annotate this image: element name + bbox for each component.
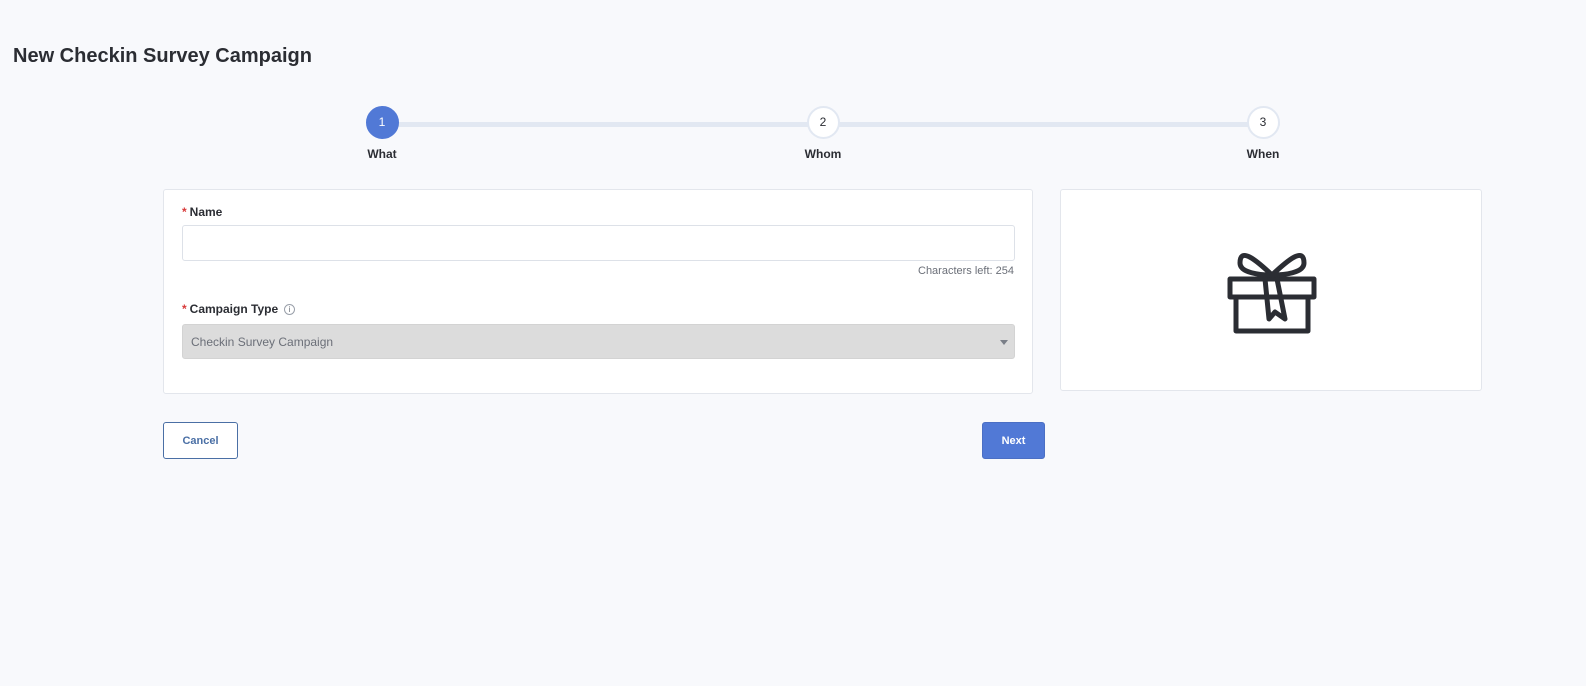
step-number: 1: [365, 106, 399, 139]
campaign-type-select[interactable]: Checkin Survey Campaign: [182, 324, 1015, 359]
name-label-text: Name: [189, 205, 223, 219]
cancel-button[interactable]: Cancel: [163, 422, 238, 459]
stepper: 1 What 2 Whom 3 When: [0, 106, 1586, 166]
campaign-type-label: * Campaign Type i: [182, 302, 296, 316]
step-label: What: [367, 147, 397, 161]
name-input[interactable]: [182, 225, 1015, 261]
campaign-form-card: * Name Characters left: 254 * Campaign Typ…: [163, 189, 1033, 394]
campaign-preview-card: [1060, 189, 1482, 391]
name-label: * Name: [182, 205, 222, 219]
required-marker: *: [182, 205, 187, 219]
next-button[interactable]: Next: [982, 422, 1045, 459]
chevron-down-icon: [1000, 340, 1008, 345]
required-marker: *: [182, 302, 187, 316]
step-number: 3: [1246, 106, 1280, 139]
step-when[interactable]: 3 When: [1223, 106, 1303, 161]
step-number: 2: [806, 106, 840, 139]
step-label: When: [1246, 147, 1280, 161]
step-what[interactable]: 1 What: [342, 106, 422, 161]
step-whom[interactable]: 2 Whom: [783, 106, 863, 161]
step-label: Whom: [804, 147, 842, 161]
page-title: New Checkin Survey Campaign: [13, 45, 312, 67]
characters-left: Characters left: 254: [918, 265, 1014, 277]
campaign-type-label-text: Campaign Type: [189, 302, 279, 316]
gift-icon: [1227, 253, 1317, 334]
info-icon[interactable]: i: [284, 304, 296, 315]
campaign-type-value: Checkin Survey Campaign: [191, 335, 334, 349]
